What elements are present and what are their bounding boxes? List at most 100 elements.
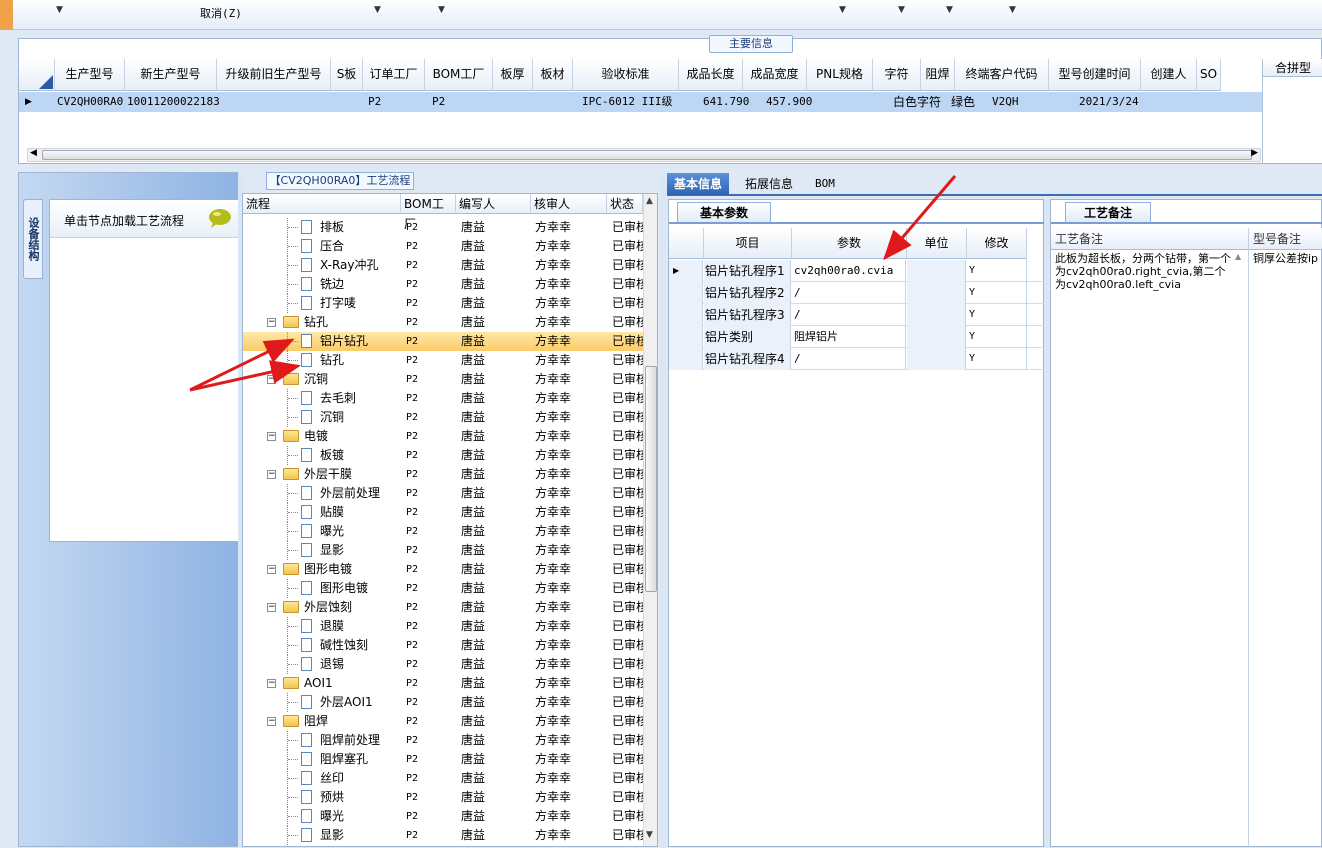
table-row[interactable]: ▶ CV2QH00RA0 10011200022183 P2 P2 IPC-60… (19, 92, 1262, 112)
scroll-thumb[interactable] (645, 366, 657, 592)
col-header-param[interactable]: 参数 (792, 228, 907, 259)
col-header[interactable]: 生产型号 (55, 59, 125, 91)
tree-row[interactable]: 曝光 P2 唐益 方幸幸 已审核 (243, 522, 643, 541)
cell-unit[interactable] (907, 282, 966, 304)
chevron-down-icon[interactable]: ▼ (898, 5, 905, 15)
col-header[interactable]: 创建人 (1141, 59, 1197, 91)
tree-row[interactable]: 曝光 P2 唐益 方幸幸 已审核 (243, 807, 643, 826)
col-header-item[interactable]: 项目 (704, 228, 792, 259)
tree-row[interactable]: 压合 P2 唐益 方幸幸 已审核 (243, 237, 643, 256)
param-row[interactable]: 铝片类别 阻焊铝片 Y (669, 326, 1045, 348)
tree-row[interactable]: 铣边 P2 唐益 方幸幸 已审核 (243, 275, 643, 294)
col-header-unit[interactable]: 单位 (907, 228, 967, 259)
tree-row[interactable]: 预烘 P2 唐益 方幸幸 已审核 (243, 788, 643, 807)
scroll-down-icon[interactable]: ▼ (646, 830, 653, 840)
tab-extended-info[interactable]: 拓展信息 (738, 173, 800, 195)
tree-row[interactable]: − 沉铜 P2 唐益 方幸幸 已审核 (243, 370, 643, 389)
col-header[interactable]: 终端客户代码 (955, 59, 1049, 91)
col-header[interactable]: 板厚 (493, 59, 533, 91)
col-header-flow[interactable]: 流程 (243, 194, 401, 214)
col-header[interactable]: S板 (331, 59, 363, 91)
chevron-down-icon[interactable]: ▼ (438, 5, 445, 15)
col-header[interactable]: 型号创建时间 (1049, 59, 1141, 91)
tab-basic-info[interactable]: 基本信息 (667, 173, 730, 195)
col-header[interactable]: 升级前旧生产型号 (217, 59, 331, 91)
tree-row[interactable]: 去毛刺 P2 唐益 方幸幸 已审核 (243, 389, 643, 408)
splitter[interactable] (660, 172, 666, 847)
col-header-writer[interactable]: 编写人 (456, 194, 531, 214)
col-header-model-notes[interactable]: 型号备注 (1249, 228, 1322, 250)
cancel-button[interactable]: 取消(Z) (200, 5, 242, 21)
cell-unit[interactable] (907, 326, 966, 348)
col-header-process-notes[interactable]: 工艺备注 (1051, 228, 1249, 250)
col-header[interactable]: 成品宽度 (743, 59, 807, 91)
tree-row[interactable]: 钻孔 P2 唐益 方幸幸 已审核 (243, 351, 643, 370)
tab-device-structure[interactable]: 设备结构 (23, 199, 43, 279)
tree-row[interactable]: X-Ray冲孔 P2 唐益 方幸幸 已审核 (243, 256, 643, 275)
model-notes-text[interactable]: 铜厚公差按ip (1253, 252, 1322, 265)
tab-basic-params[interactable]: 基本参数 (677, 202, 771, 223)
collapse-icon[interactable]: − (267, 375, 276, 384)
collapse-icon[interactable]: − (267, 603, 276, 612)
cell-param[interactable]: 阻焊铝片 (792, 326, 906, 348)
cell-modify[interactable]: Y (967, 326, 1027, 348)
col-header[interactable]: 订单工厂 (363, 59, 425, 91)
collapse-icon[interactable]: − (267, 565, 276, 574)
grid-corner[interactable] (669, 228, 704, 259)
tree-row[interactable]: 板镀 P2 唐益 方幸幸 已审核 (243, 446, 643, 465)
col-header[interactable]: SO (1197, 59, 1221, 91)
param-row[interactable]: 铝片钻孔程序4/ Y (669, 348, 1045, 370)
tree-row[interactable]: − 外层干膜 P2 唐益 方幸幸 已审核 (243, 465, 643, 484)
col-header-modify[interactable]: 修改 (967, 228, 1027, 259)
cell-unit[interactable] (907, 348, 966, 370)
cell-modify[interactable]: Y (967, 260, 1027, 282)
col-header-status[interactable]: 状态 (607, 194, 643, 214)
cell-unit[interactable] (907, 260, 966, 282)
collapse-icon[interactable]: − (267, 717, 276, 726)
chevron-down-icon[interactable]: ▼ (56, 5, 63, 15)
col-header[interactable]: 新生产型号 (125, 59, 217, 91)
vertical-scrollbar[interactable]: ▲ ▼ (643, 194, 657, 846)
col-header[interactable]: PNL规格 (807, 59, 873, 91)
tree-row[interactable]: 丝印 P2 唐益 方幸幸 已审核 (243, 769, 643, 788)
scroll-thumb[interactable] (42, 150, 1252, 160)
scroll-right-icon[interactable]: ▶ (1251, 148, 1258, 158)
collapse-icon[interactable]: − (267, 432, 276, 441)
tree-row[interactable]: − 电镀 P2 唐益 方幸幸 已审核 (243, 427, 643, 446)
col-header[interactable]: 验收标准 (573, 59, 679, 91)
col-header[interactable]: 板材 (533, 59, 573, 91)
collapse-icon[interactable]: − (267, 470, 276, 479)
scroll-left-icon[interactable]: ◀ (30, 148, 37, 158)
tree-row[interactable]: 阻焊前处理 P2 唐益 方幸幸 已审核 (243, 731, 643, 750)
cell-param[interactable]: / (792, 282, 906, 304)
tab-process-notes[interactable]: 工艺备注 (1065, 202, 1151, 223)
col-header-reviewer[interactable]: 核审人 (531, 194, 607, 214)
chevron-down-icon[interactable]: ▼ (374, 5, 381, 15)
cell-unit[interactable] (907, 304, 966, 326)
row-indicator[interactable] (669, 304, 703, 326)
tree-row[interactable]: 外层AOI1 P2 唐益 方幸幸 已审核 (243, 693, 643, 712)
col-header-bom-factory[interactable]: BOM工厂 (401, 194, 456, 231)
chevron-down-icon[interactable]: ▼ (946, 5, 953, 15)
row-indicator[interactable] (669, 348, 703, 370)
tree-row[interactable]: − 图形电镀 P2 唐益 方幸幸 已审核 (243, 560, 643, 579)
col-header[interactable]: 成品长度 (679, 59, 743, 91)
horizontal-scrollbar[interactable]: ◀ ▶ (27, 148, 1261, 162)
tree-row[interactable]: 图形电镀 P2 唐益 方幸幸 已审核 (243, 579, 643, 598)
col-header[interactable]: BOM工厂 (425, 59, 493, 91)
collapse-icon[interactable]: − (267, 318, 276, 327)
tree-row[interactable]: 贴膜 P2 唐益 方幸幸 已审核 (243, 503, 643, 522)
tree-row[interactable]: 铝片钻孔 P2 唐益 方幸幸 已审核 (243, 332, 643, 351)
chevron-down-icon[interactable]: ▼ (1009, 5, 1016, 15)
scroll-up-icon[interactable]: ▲ (1235, 252, 1241, 261)
tab-bom[interactable]: BOM (808, 173, 842, 195)
cell-param[interactable]: cv2qh00ra0.cvia (792, 260, 906, 282)
tree-row[interactable]: 外层前处理 P2 唐益 方幸幸 已审核 (243, 484, 643, 503)
tree-row[interactable]: − AOI1 P2 唐益 方幸幸 已审核 (243, 674, 643, 693)
tree-row[interactable]: 阻焊塞孔 P2 唐益 方幸幸 已审核 (243, 750, 643, 769)
tree-row[interactable]: − 钻孔 P2 唐益 方幸幸 已审核 (243, 313, 643, 332)
tree-row[interactable]: 显影 P2 唐益 方幸幸 已审核 (243, 541, 643, 560)
param-row[interactable]: 铝片钻孔程序2/ Y (669, 282, 1045, 304)
tree-row[interactable]: 排板 P2 唐益 方幸幸 已审核 (243, 218, 643, 237)
cell-modify[interactable]: Y (967, 304, 1027, 326)
